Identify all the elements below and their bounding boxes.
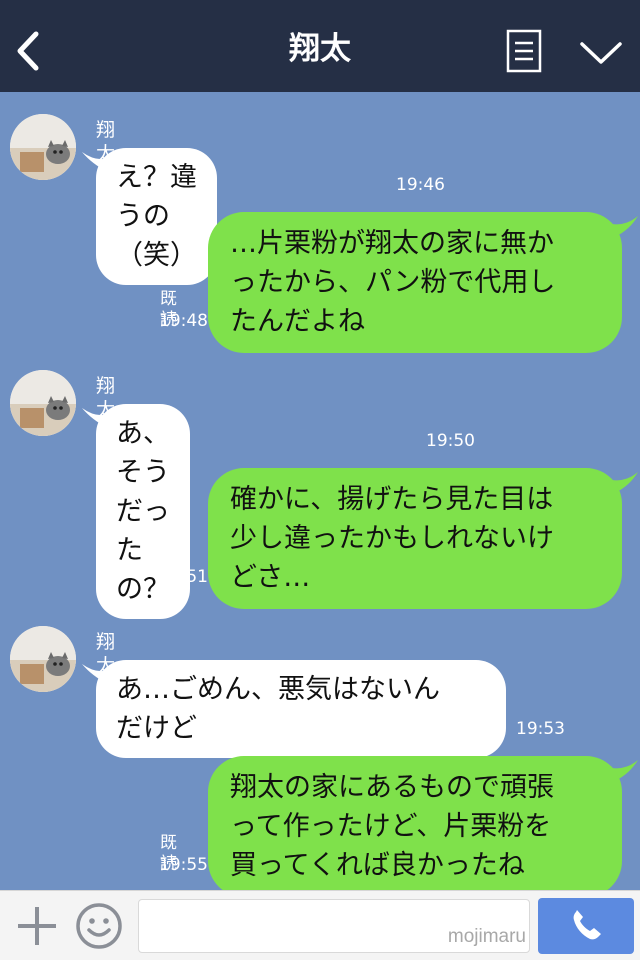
message-time: 19:51	[159, 567, 208, 587]
avatar[interactable]	[10, 114, 76, 180]
cat-avatar-icon	[10, 626, 76, 692]
notes-icon	[506, 29, 542, 73]
message-bubble[interactable]: 翔太の家にあるもので頑張 って作ったけど、片栗粉を 買ってくれば良かったね	[208, 756, 622, 897]
message-bubble[interactable]: え？違うの（笑）	[96, 148, 217, 285]
chat-title: 翔太	[289, 31, 351, 67]
cat-avatar-icon	[10, 114, 76, 180]
chat-header: 翔太	[0, 0, 640, 92]
message-bubble[interactable]: …片栗粉が翔太の家に無か ったから、パン粉で代用し たんだよね	[208, 212, 622, 353]
notes-button[interactable]	[504, 28, 544, 74]
watermark: mojimaru	[447, 926, 526, 947]
message-time: 19:53	[516, 719, 565, 739]
dropdown-button[interactable]	[578, 34, 624, 72]
cat-avatar-icon	[10, 370, 76, 436]
message-time: 19:55	[159, 855, 208, 875]
call-button[interactable]	[538, 898, 634, 954]
avatar[interactable]	[10, 370, 76, 436]
avatar[interactable]	[10, 626, 76, 692]
message-bubble[interactable]: 確かに、揚げたら見た目は 少し違ったかもしれないけ どさ…	[208, 468, 622, 609]
message-time: 19:46	[396, 175, 445, 195]
message-time: 19:48	[159, 311, 208, 331]
message-bubble[interactable]: あ…ごめん、悪気はないん だけど	[96, 660, 506, 758]
chevron-down-icon	[580, 42, 622, 64]
emoji-button[interactable]	[74, 901, 124, 951]
input-bar: mojimaru	[0, 890, 640, 960]
phone-icon	[573, 910, 601, 940]
message-time: 19:50	[426, 431, 475, 451]
smiley-icon	[76, 903, 122, 949]
add-button[interactable]	[14, 903, 60, 949]
plus-icon	[18, 907, 56, 945]
